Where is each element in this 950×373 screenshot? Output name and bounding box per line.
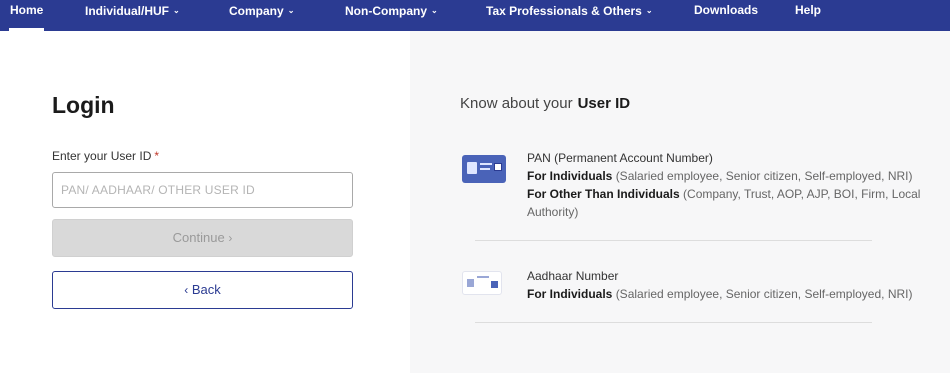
back-button[interactable]: ‹ Back	[52, 271, 353, 309]
aadhaar-info-row: Aadhaar Number For Individuals (Salaried…	[462, 267, 924, 323]
aadhaar-card-icon	[462, 271, 502, 295]
pan-title: PAN (Permanent Account Number)	[527, 151, 713, 165]
aadhaar-individuals-detail: (Salaried employee, Senior citizen, Self…	[615, 287, 913, 301]
back-button-label: Back	[191, 282, 221, 297]
user-id-input[interactable]	[52, 172, 353, 208]
info-heading-prefix: Know about your	[460, 95, 573, 112]
nav-downloads-label: Downloads	[694, 3, 759, 17]
continue-button[interactable]: Continue ›	[52, 219, 353, 257]
pan-individuals-line: For Individuals (Salaried employee, Seni…	[527, 167, 924, 185]
chevron-right-icon: ›	[228, 231, 233, 245]
aadhaar-individuals-line: For Individuals (Salaried employee, Seni…	[527, 285, 924, 303]
nav-help[interactable]: Help	[795, 0, 821, 31]
info-heading: Know about your User ID	[460, 95, 630, 112]
pan-others-label: For Other Than Individuals	[527, 187, 680, 201]
pan-individuals-label: For Individuals	[527, 169, 613, 183]
aadhaar-individuals-label: For Individuals	[527, 287, 613, 301]
pan-info-row: PAN (Permanent Account Number) For Indiv…	[462, 149, 924, 241]
pan-others-line: For Other Than Individuals (Company, Tru…	[527, 185, 924, 221]
info-heading-strong: User ID	[577, 95, 631, 112]
nav-home[interactable]: Home	[10, 0, 43, 31]
divider	[475, 240, 872, 241]
nav-company[interactable]: Company ⌄	[229, 0, 294, 31]
pan-card-icon	[462, 155, 506, 183]
login-panel: Login Enter your User ID* Continue › ‹ B…	[0, 31, 410, 373]
nav-non-company[interactable]: Non-Company ⌄	[345, 0, 438, 31]
nav-individual-huf[interactable]: Individual/HUF ⌄	[85, 0, 180, 31]
required-marker: *	[154, 149, 160, 163]
chevron-down-icon: ⌄	[645, 6, 653, 15]
aadhaar-info-text: Aadhaar Number For Individuals (Salaried…	[527, 267, 924, 303]
nav-help-label: Help	[795, 3, 822, 17]
page-title: Login	[52, 92, 115, 118]
nav-tax-professionals[interactable]: Tax Professionals & Others ⌄	[486, 0, 653, 31]
user-id-info-panel: Know about your User ID PAN (Permanent Ac…	[410, 31, 950, 373]
pan-individuals-detail: (Salaried employee, Senior citizen, Self…	[615, 169, 913, 183]
user-id-label-text: Enter your User ID	[52, 149, 152, 163]
nav-company-label: Company	[229, 4, 284, 18]
nav-tax-professionals-label: Tax Professionals & Others	[486, 4, 642, 18]
chevron-down-icon: ⌄	[287, 6, 295, 15]
divider	[475, 322, 872, 323]
nav-downloads[interactable]: Downloads	[694, 0, 758, 31]
nav-non-company-label: Non-Company	[345, 4, 427, 18]
chevron-left-icon: ‹	[184, 283, 189, 297]
chevron-down-icon: ⌄	[431, 6, 438, 15]
chevron-down-icon: ⌄	[173, 6, 180, 15]
nav-home-label: Home	[10, 3, 44, 17]
user-id-label: Enter your User ID *	[52, 149, 159, 163]
continue-button-label: Continue	[172, 230, 225, 245]
pan-info-text: PAN (Permanent Account Number) For Indiv…	[527, 149, 924, 221]
nav-individual-huf-label: Individual/HUF	[85, 4, 169, 18]
aadhaar-title: Aadhaar Number	[527, 269, 619, 283]
top-navigation: Home Individual/HUF ⌄ Company ⌄ Non-Compan…	[0, 0, 950, 31]
